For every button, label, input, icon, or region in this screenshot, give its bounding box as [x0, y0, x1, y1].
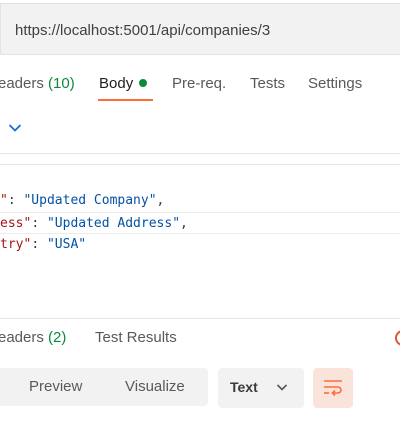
- tab-prereq[interactable]: Pre-req.: [172, 75, 226, 92]
- json-key: try": [0, 237, 32, 252]
- status-dot-icon: [139, 79, 148, 88]
- tab-settings[interactable]: Settings: [308, 75, 362, 92]
- divider: [0, 153, 400, 154]
- active-tab-indicator: [98, 99, 153, 101]
- json-comma: ,: [156, 193, 165, 208]
- tab-test-results[interactable]: Test Results: [95, 329, 177, 346]
- wrap-lines-icon: [324, 380, 342, 397]
- url-bar[interactable]: https://localhost:5001/api/companies/3: [0, 3, 400, 55]
- chevron-down-icon: [276, 384, 288, 391]
- request-tabs: eaders (10) Body Pre-req. Tests Settings: [0, 70, 400, 106]
- url-input[interactable]: https://localhost:5001/api/companies/3: [15, 22, 270, 39]
- body-type-dropdown[interactable]: [8, 120, 22, 138]
- code-line-active: ess": "Updated Address",: [0, 212, 400, 234]
- tab-prereq-label: Pre-req.: [172, 75, 227, 92]
- json-colon: :: [31, 216, 47, 231]
- json-value: "Updated Company": [23, 193, 157, 208]
- json-colon: :: [31, 237, 47, 252]
- json-key: ess": [0, 216, 32, 231]
- preview-button[interactable]: Preview: [29, 378, 82, 395]
- json-value: "Updated Address": [46, 216, 181, 231]
- json-key: ": [0, 193, 8, 208]
- json-value: "USA": [46, 237, 87, 252]
- json-comma: ,: [180, 216, 188, 231]
- code-line: try": "USA": [0, 234, 400, 256]
- tab-response-headers-count: (2): [48, 329, 67, 346]
- code-line: ": "Updated Company",: [0, 190, 400, 212]
- request-panel: https://localhost:5001/api/companies/3 e…: [0, 0, 400, 439]
- tab-tests[interactable]: Tests: [250, 75, 285, 92]
- divider: [0, 164, 400, 165]
- warning-circle-icon[interactable]: [395, 330, 400, 346]
- format-select-value: Text: [230, 379, 258, 395]
- tab-response-headers-label: eaders: [0, 329, 44, 346]
- response-tabs: eaders (2) Test Results: [0, 324, 400, 354]
- tab-test-results-label: Test Results: [95, 329, 177, 346]
- wrap-lines-button[interactable]: [313, 368, 353, 408]
- tab-response-headers[interactable]: eaders (2): [0, 329, 66, 346]
- divider: [0, 318, 400, 319]
- visualize-button[interactable]: Visualize: [125, 378, 185, 395]
- tab-headers-label: eaders: [0, 75, 44, 92]
- tab-settings-label: Settings: [308, 75, 363, 92]
- tab-headers[interactable]: eaders (10): [0, 75, 75, 92]
- tab-body-label: Body: [99, 75, 134, 92]
- tab-tests-label: Tests: [250, 75, 286, 92]
- tab-body[interactable]: Body: [99, 75, 148, 92]
- tab-headers-count: (10): [48, 75, 75, 92]
- response-view-segments: Preview Visualize: [0, 368, 208, 406]
- json-colon: :: [7, 193, 24, 208]
- format-select[interactable]: Text: [218, 368, 304, 408]
- chevron-down-icon: [8, 124, 22, 132]
